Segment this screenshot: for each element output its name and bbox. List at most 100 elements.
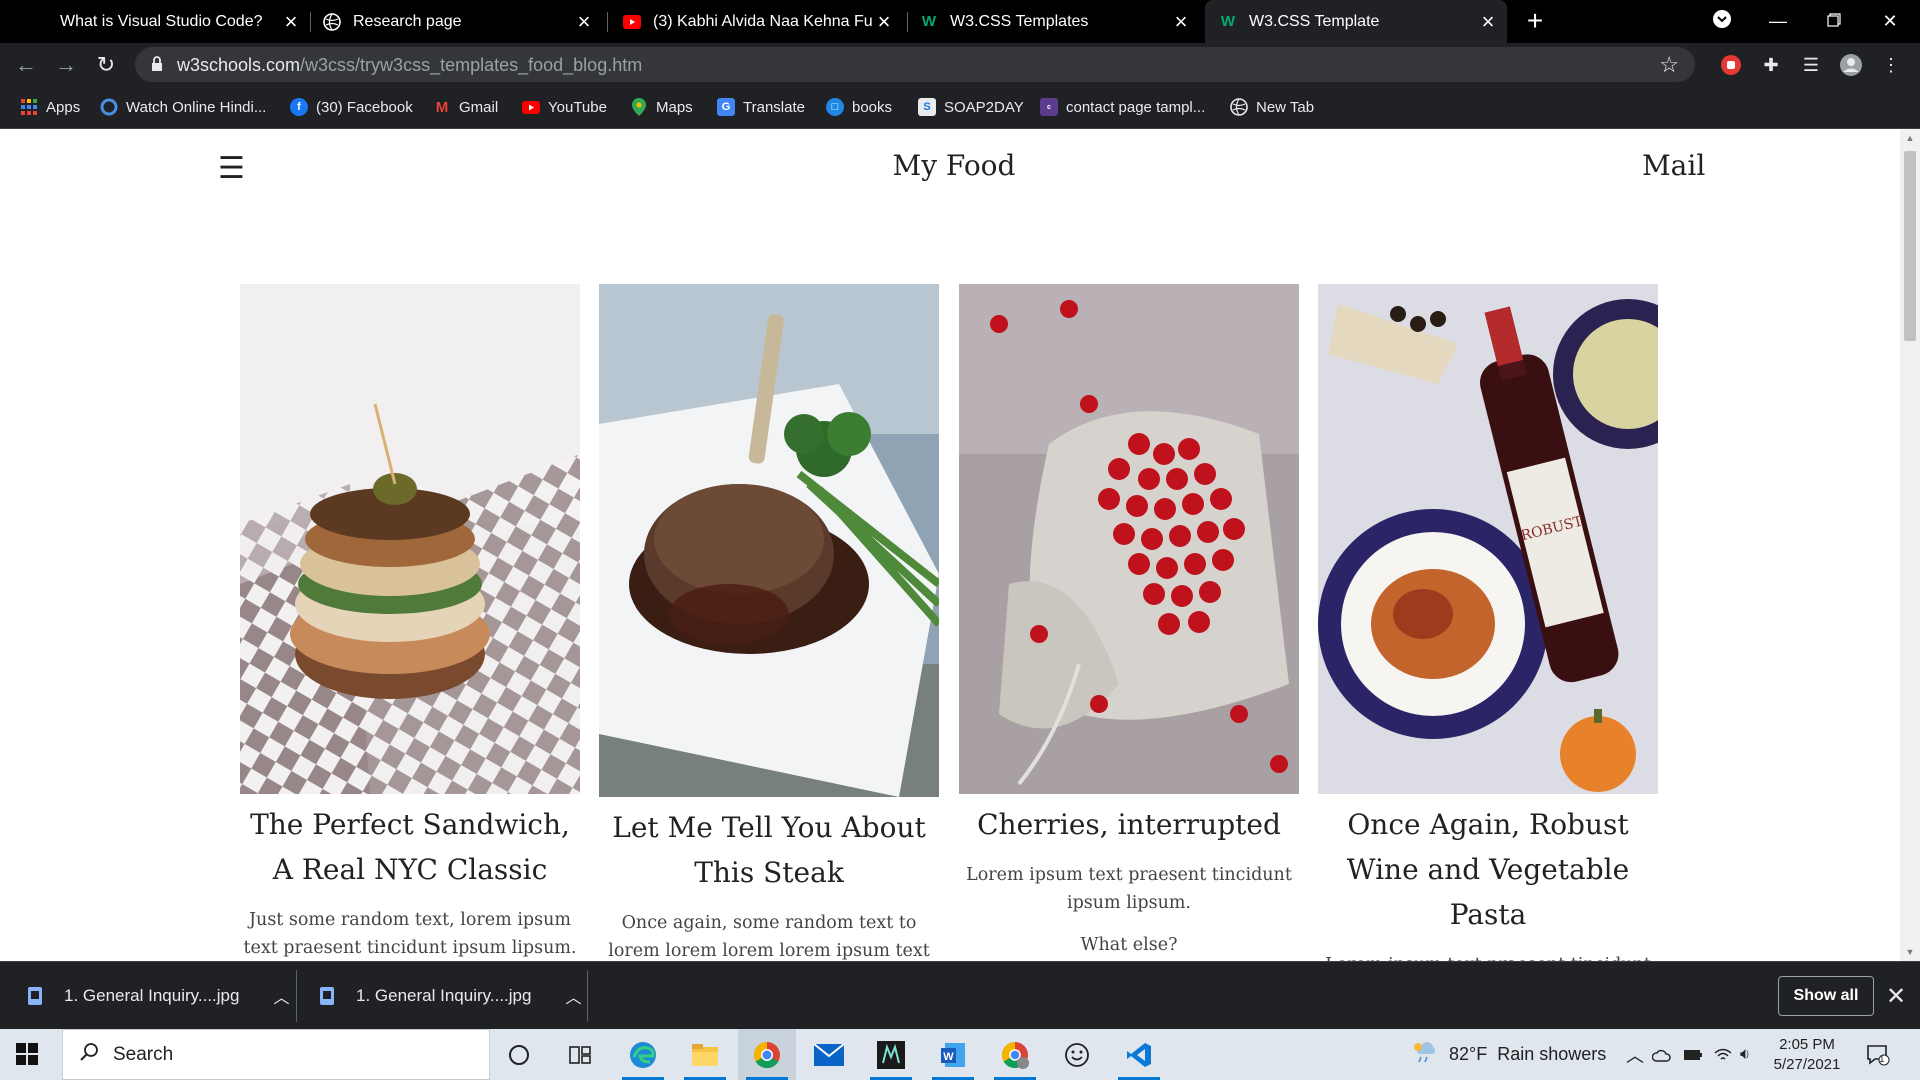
extension-adblock-icon[interactable] [1718,52,1744,78]
bookmarks-bar: Apps Watch Online Hindi... f (30) Facebo… [0,86,1920,129]
card-title[interactable]: Cherries, interrupted [959,802,1299,847]
battery-icon[interactable] [1683,1029,1703,1080]
address-bar[interactable]: w3schools.com/w3css/tryw3css_templates_f… [135,47,1695,82]
sandwich-image [240,284,580,794]
vscode-app-icon[interactable] [1110,1029,1168,1080]
tab-vscode[interactable]: What is Visual Studio Code? × [30,0,310,43]
colorlib-icon: c [1040,98,1058,116]
blog-card-sandwich: The Perfect Sandwich, A Real NYC Classic… [240,284,580,961]
card-title[interactable]: The Perfect Sandwich, A Real NYC Classic [240,802,580,892]
taskbar-search-box[interactable]: Search [62,1029,490,1080]
download-item[interactable]: 1. General Inquiry....jpg ︿ [320,962,581,1030]
close-icon: ✕ [1882,11,1898,31]
back-button[interactable]: ← [10,49,42,81]
close-window-button[interactable]: ✕ [1862,0,1918,43]
taskbar-clock[interactable]: 2:05 PM 5/27/2021 [1752,1035,1862,1075]
reload-button[interactable]: ↻ [90,49,122,81]
w3schools-icon: W [1220,13,1236,30]
bookmark-watch-online[interactable]: Watch Online Hindi... [100,96,266,118]
clock-time: 2:05 PM [1779,1036,1835,1053]
reload-icon: ↻ [96,52,116,77]
mail-app-icon[interactable] [800,1029,858,1080]
minimize-button[interactable]: — [1750,0,1806,43]
download-item[interactable]: 1. General Inquiry....jpg ︿ [28,962,289,1030]
bookmark-label: Translate [743,98,805,116]
onedrive-cloud-icon[interactable] [1652,1029,1672,1080]
close-tab-icon[interactable]: × [280,10,302,33]
bookmark-facebook[interactable]: f (30) Facebook [290,96,413,118]
chrome-profile-app-icon[interactable] [986,1029,1044,1080]
wifi-icon[interactable] [1714,1029,1732,1080]
edge-app-icon[interactable] [614,1029,672,1080]
file-explorer-icon[interactable] [676,1029,734,1080]
close-download-bar-icon[interactable]: ✕ [1886,982,1906,1011]
bookmark-star-icon[interactable]: ☆ [1659,52,1679,78]
cortana-icon[interactable] [490,1029,548,1080]
bookmark-new-tab[interactable]: New Tab [1230,96,1314,118]
mail-link[interactable]: Mail [1642,149,1705,182]
task-view-icon[interactable] [551,1029,609,1080]
chevron-up-icon[interactable]: ︿ [273,984,289,1008]
youtube-icon [522,98,540,116]
extensions-puzzle-icon[interactable]: ✚ [1758,52,1784,78]
notification-center-icon[interactable]: 1 [1866,1029,1890,1080]
bookmark-soap2day[interactable]: S SOAP2DAY [918,96,1024,118]
weather-widget[interactable]: 82°F Rain showers [1413,1029,1606,1080]
globe-icon [323,12,341,31]
card-text: Lorem ipsum text praesent tincidunt ipsu… [966,865,1292,913]
tab-separator [907,12,908,32]
globe-icon [1230,98,1248,116]
close-tab-icon[interactable]: × [873,10,895,33]
chevron-up-icon[interactable]: ︿ [565,984,581,1008]
show-all-downloads-button[interactable]: Show all [1778,976,1874,1016]
close-tab-icon[interactable]: × [1170,10,1192,33]
forward-button[interactable]: → [50,49,82,81]
bookmark-contact-page[interactable]: c contact page tampl... [1040,96,1205,118]
download-separator [587,970,588,1022]
bookmark-translate[interactable]: G Translate [717,96,805,118]
tab-title: (3) Kabhi Alvida Naa Kehna Full V [653,12,873,30]
chrome-app-icon[interactable] [738,1029,796,1080]
tab-search-button[interactable] [1694,0,1750,43]
tab-w3css-templates[interactable]: W W3.CSS Templates × [920,0,1200,43]
card-title[interactable]: Once Again, Robust Wine and Vegetable Pa… [1318,802,1658,937]
tray-overflow-chevron-icon[interactable]: ︿ [1626,1029,1644,1080]
volume-icon[interactable]: 🔉︎ [1740,1029,1750,1080]
restore-button[interactable] [1806,0,1862,43]
windows-start-icon[interactable] [16,1043,38,1070]
word-app-icon[interactable]: W [924,1029,982,1080]
menu-kebab-icon[interactable]: ⋮ [1878,52,1904,78]
bookmark-maps[interactable]: Maps [630,96,693,118]
soap2day-icon: S [918,98,936,116]
bookmark-label: (30) Facebook [316,98,413,116]
scroll-down-arrow-icon[interactable]: ▼ [1904,947,1916,957]
tab-research[interactable]: Research page × [323,0,603,43]
bookmark-books[interactable]: □ books [826,96,892,118]
download-bar: 1. General Inquiry....jpg ︿ 1. General I… [0,961,1920,1029]
scroll-up-arrow-icon[interactable]: ▲ [1904,133,1916,143]
new-tab-button[interactable]: + [1520,6,1550,36]
bookmark-apps[interactable]: Apps [20,96,80,118]
card-text: Lorem ipsum text praesent tincidunt ipsu… [1318,951,1658,961]
blog-card-wine-pasta: ROBUST Once Again, Robust Wine and Veget… [1318,284,1658,961]
profile-avatar-icon[interactable] [1838,52,1864,78]
tab-w3css-template-active[interactable]: W W3.CSS Template × [1205,0,1507,43]
media-playlist-icon[interactable]: ☰ [1798,52,1824,78]
wine-pasta-image: ROBUST [1318,284,1658,794]
close-tab-icon[interactable]: × [573,10,595,33]
document-icon [30,13,48,31]
notification-count: 1 [1879,1054,1885,1065]
bookmark-gmail[interactable]: M Gmail [433,96,498,118]
card-title[interactable]: Let Me Tell You About This Steak [599,805,939,895]
tab-youtube[interactable]: (3) Kabhi Alvida Naa Kehna Full V × [623,0,903,43]
feedback-smiley-icon[interactable] [1048,1029,1106,1080]
page-scrollbar[interactable]: ▲ ▼ [1900,129,1920,961]
tab-separator [310,12,311,32]
bookmark-youtube[interactable]: YouTube [522,96,607,118]
arrow-right-icon: → [55,52,77,77]
close-tab-icon[interactable]: × [1477,10,1499,33]
scrollbar-thumb[interactable] [1904,151,1916,341]
chevron-down-circle-icon [1712,9,1732,34]
game-app-icon[interactable] [862,1029,920,1080]
translate-icon: G [717,98,735,116]
